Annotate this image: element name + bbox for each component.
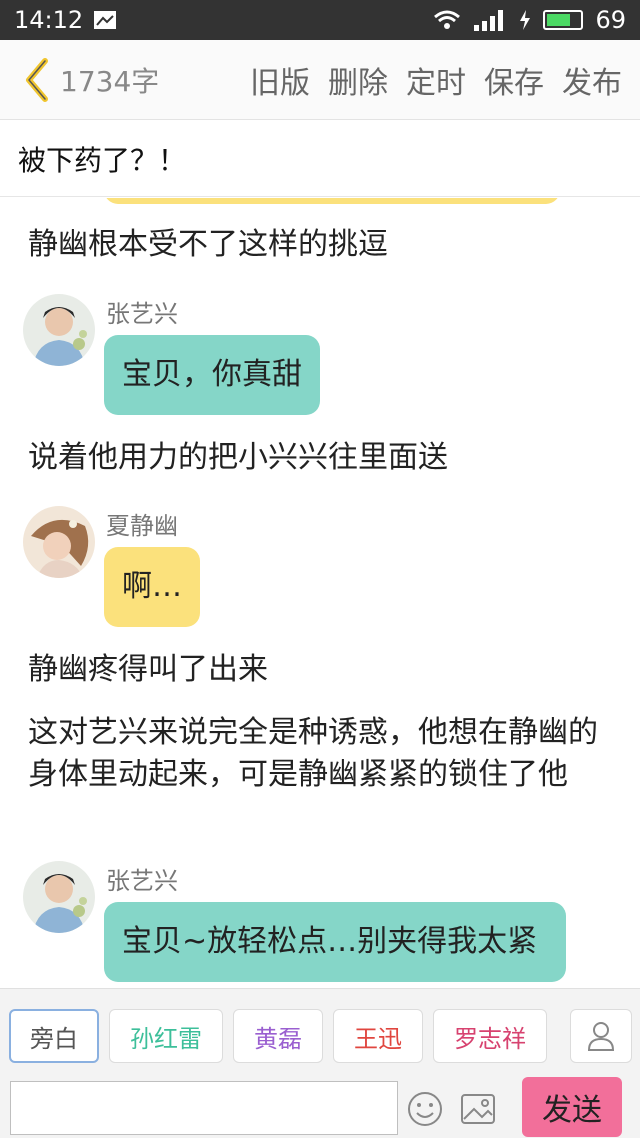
- wifi-icon: [434, 10, 461, 29]
- narration-line[interactable]: 这对艺兴来说完全是种诱惑，他想在静幽的身体里动起来，可是静幽紧紧的锁住了他: [28, 712, 612, 796]
- message-input[interactable]: [10, 1081, 398, 1135]
- send-button[interactable]: 发送: [522, 1077, 622, 1137]
- status-bar: 14:12 69: [0, 0, 640, 40]
- speaker-name: 张艺兴: [106, 300, 178, 328]
- narration-line[interactable]: 说着他用力的把小兴兴往里面送: [28, 437, 612, 479]
- character-chip[interactable]: 罗志祥: [433, 1009, 547, 1063]
- composer-panel: 旁白 孙红雷 黄磊 王迅 罗志祥 发送: [0, 988, 640, 1138]
- dialogue-bubble[interactable]: 宝贝，你真甜: [104, 335, 320, 415]
- avatar: [23, 861, 95, 933]
- back-button[interactable]: [16, 50, 56, 110]
- status-time: 14:12: [14, 6, 84, 34]
- character-chip[interactable]: 孙红雷: [109, 1009, 223, 1063]
- narration-line[interactable]: 静幽根本受不了这样的挑逗: [28, 224, 612, 266]
- previous-bubble-edge: [104, 198, 560, 204]
- story-content[interactable]: 静幽根本受不了这样的挑逗 张艺兴 宝贝，你真甜 说着他用力的把小兴兴往里面送 夏…: [0, 198, 640, 988]
- save-button[interactable]: 保存: [484, 58, 544, 102]
- chapter-title: 被下药了？！: [18, 143, 187, 177]
- old-version-button[interactable]: 旧版: [250, 58, 310, 102]
- character-chip[interactable]: 黄磊: [233, 1009, 323, 1063]
- speaker-name: 夏静幽: [106, 512, 178, 540]
- speaker-name: 张艺兴: [106, 867, 178, 895]
- character-chip-narrator[interactable]: 旁白: [9, 1009, 99, 1063]
- add-character-button[interactable]: [570, 1009, 632, 1063]
- charging-icon: [520, 10, 531, 30]
- character-chip[interactable]: 王迅: [333, 1009, 423, 1063]
- avatar: [23, 294, 95, 366]
- dialogue-bubble[interactable]: 宝贝~放轻松点…别夹得我太紧: [104, 902, 566, 982]
- add-user-icon: [587, 1022, 615, 1051]
- schedule-button[interactable]: 定时: [406, 58, 466, 102]
- notification-icon: [94, 11, 117, 29]
- battery-icon: [543, 10, 584, 30]
- avatar: [23, 506, 95, 578]
- editor-toolbar: 1734字 旧版 删除 定时 保存 发布: [0, 40, 640, 120]
- narration-line[interactable]: 静幽疼得叫了出来: [28, 649, 612, 691]
- emoji-icon[interactable]: [405, 1089, 445, 1129]
- delete-button[interactable]: 删除: [328, 58, 388, 102]
- toolbar-actions: 旧版 删除 定时 保存 发布: [250, 58, 640, 102]
- dialogue-bubble[interactable]: 啊…: [104, 547, 200, 627]
- word-count: 1734字: [60, 64, 160, 98]
- signal-icon: [474, 10, 504, 31]
- character-selector: 旁白 孙红雷 黄磊 王迅 罗志祥: [9, 1009, 547, 1063]
- publish-button[interactable]: 发布: [562, 58, 622, 102]
- back-chevron-icon: [26, 57, 48, 102]
- image-icon[interactable]: [458, 1089, 498, 1129]
- battery-percent: 69: [595, 6, 626, 34]
- chapter-title-field[interactable]: 被下药了？！: [0, 121, 640, 197]
